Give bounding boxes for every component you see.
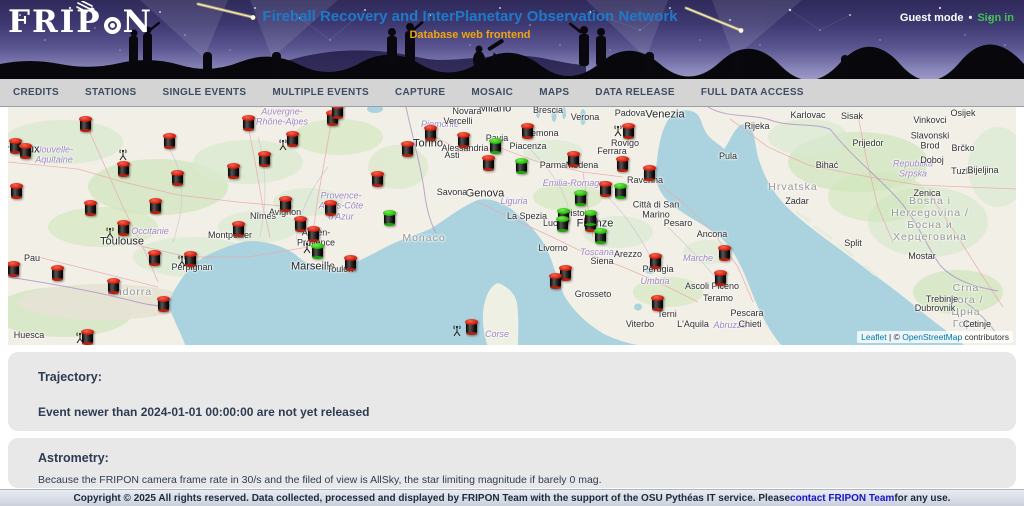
station-marker-green[interactable]	[515, 158, 528, 174]
station-marker-green[interactable]	[383, 210, 396, 226]
station-marker-red[interactable]	[117, 161, 130, 177]
station-marker-red[interactable]	[649, 253, 662, 269]
account-area: Guest mode • Sign in	[900, 12, 1014, 24]
attribution-suffix: contributors	[962, 332, 1009, 342]
page-subtitle: Database web frontend	[409, 29, 530, 41]
station-marker-green[interactable]	[584, 210, 597, 226]
station-marker-red[interactable]	[616, 156, 629, 172]
station-marker-red[interactable]	[549, 273, 562, 289]
station-marker-green[interactable]	[614, 183, 627, 199]
contact-fripon-link[interactable]: contact FRIPON Team	[790, 493, 894, 504]
station-marker-red[interactable]	[163, 133, 176, 149]
station-marker-red[interactable]	[465, 319, 478, 335]
station-marker-red[interactable]	[371, 171, 384, 187]
logo-comet-icon	[76, 1, 102, 15]
station-marker-red[interactable]	[279, 196, 292, 212]
station-marker-red[interactable]	[81, 329, 94, 345]
nav-item-credits[interactable]: CREDITS	[13, 87, 59, 98]
attribution-separator: | ©	[887, 332, 903, 342]
station-marker-red[interactable]	[157, 296, 170, 312]
station-marker-red[interactable]	[19, 143, 32, 159]
station-marker-red[interactable]	[344, 255, 357, 271]
station-marker-red[interactable]	[148, 250, 161, 266]
station-marker-red[interactable]	[84, 200, 97, 216]
station-marker-red[interactable]	[307, 226, 320, 242]
header: FRIPN Fireball Recovery and InterPlaneta…	[0, 0, 1024, 79]
station-marker-red[interactable]	[242, 115, 255, 131]
nav-item-maps[interactable]: MAPS	[539, 87, 569, 98]
footer: Copyright © 2025 All rights reserved. Da…	[0, 489, 1024, 506]
footer-text-post: for any use.	[894, 493, 950, 504]
station-marker-red[interactable]	[331, 107, 344, 119]
astrometry-body: Because the FRIPON camera frame rate in …	[38, 474, 986, 486]
dot-separator: •	[968, 12, 972, 24]
main-navbar: CREDITS STATIONS SINGLE EVENTS MULTIPLE EVE…	[0, 79, 1024, 107]
station-marker-red[interactable]	[718, 245, 731, 261]
nav-item-full-data-access[interactable]: FULL DATA ACCESS	[701, 87, 804, 98]
station-marker-red[interactable]	[107, 278, 120, 294]
astrometry-section: Astrometry: Because the FRIPON camera fr…	[8, 438, 1016, 488]
logo-text-post: N	[123, 4, 153, 40]
astrometry-heading: Astrometry:	[38, 451, 986, 465]
trajectory-heading: Trajectory:	[38, 370, 986, 384]
nav-item-multiple-events[interactable]: MULTIPLE EVENTS	[272, 87, 369, 98]
leaflet-link[interactable]: Leaflet	[861, 332, 887, 342]
station-marker-red[interactable]	[8, 261, 20, 277]
openstreetmap-link[interactable]: OpenStreetMap	[902, 332, 962, 342]
map-attribution: Leaflet | © OpenStreetMap contributors	[857, 331, 1013, 343]
station-marker-red[interactable]	[714, 270, 727, 286]
station-marker-red[interactable]	[286, 131, 299, 147]
station-marker-green[interactable]	[594, 228, 607, 244]
station-marker-red[interactable]	[651, 295, 664, 311]
station-marker-green[interactable]	[574, 190, 587, 206]
nav-item-stations[interactable]: STATIONS	[85, 87, 136, 98]
logo-ring-icon	[104, 17, 121, 34]
trajectory-body: Event newer than 2024-01-01 00:00:00 are…	[38, 405, 986, 419]
sign-in-link[interactable]: Sign in	[977, 12, 1014, 24]
station-marker-red[interactable]	[424, 125, 437, 141]
nav-item-mosaic[interactable]: MOSAIC	[471, 87, 513, 98]
station-marker-red[interactable]	[232, 221, 245, 237]
guest-mode-label: Guest mode	[900, 12, 964, 24]
station-marker-red[interactable]	[10, 183, 23, 199]
station-marker-red[interactable]	[643, 165, 656, 181]
nav-item-data-release[interactable]: DATA RELEASE	[595, 87, 675, 98]
station-marker-red[interactable]	[79, 116, 92, 132]
station-marker-red[interactable]	[184, 251, 197, 267]
fripon-logo[interactable]: FRIPN	[8, 4, 153, 40]
station-marker-red[interactable]	[51, 265, 64, 281]
station-marker-green[interactable]	[556, 216, 569, 232]
station-marker-red[interactable]	[171, 170, 184, 186]
station-marker-red[interactable]	[599, 181, 612, 197]
nav-item-single-events[interactable]: SINGLE EVENTS	[162, 87, 246, 98]
page: FRIPN Fireball Recovery and InterPlaneta…	[0, 0, 1024, 506]
station-marker-red[interactable]	[457, 132, 470, 148]
trajectory-section: Trajectory: Event newer than 2024-01-01 …	[8, 352, 1016, 431]
station-marker-red[interactable]	[567, 151, 580, 167]
page-title: Fireball Recovery and InterPlanetary Obs…	[262, 8, 677, 25]
station-marker-red[interactable]	[521, 123, 534, 139]
station-marker-red[interactable]	[401, 141, 414, 157]
station-marker-red[interactable]	[117, 220, 130, 236]
station-marker-green[interactable]	[489, 138, 502, 154]
station-marker-green[interactable]	[311, 243, 324, 259]
station-marker-red[interactable]	[149, 198, 162, 214]
station-marker-red[interactable]	[622, 123, 635, 139]
nav-item-capture[interactable]: CAPTURE	[395, 87, 445, 98]
station-marker-red[interactable]	[324, 200, 337, 216]
footer-text-pre: Copyright © 2025 All rights reserved. Da…	[74, 493, 790, 504]
station-marker-red[interactable]	[294, 216, 307, 232]
station-marker-red[interactable]	[258, 151, 271, 167]
station-marker-red[interactable]	[482, 155, 495, 171]
stations-map[interactable]: Nouvelle- AquitaineAuvergne- Rhône-Alpes…	[8, 107, 1016, 345]
station-marker-red[interactable]	[227, 163, 240, 179]
